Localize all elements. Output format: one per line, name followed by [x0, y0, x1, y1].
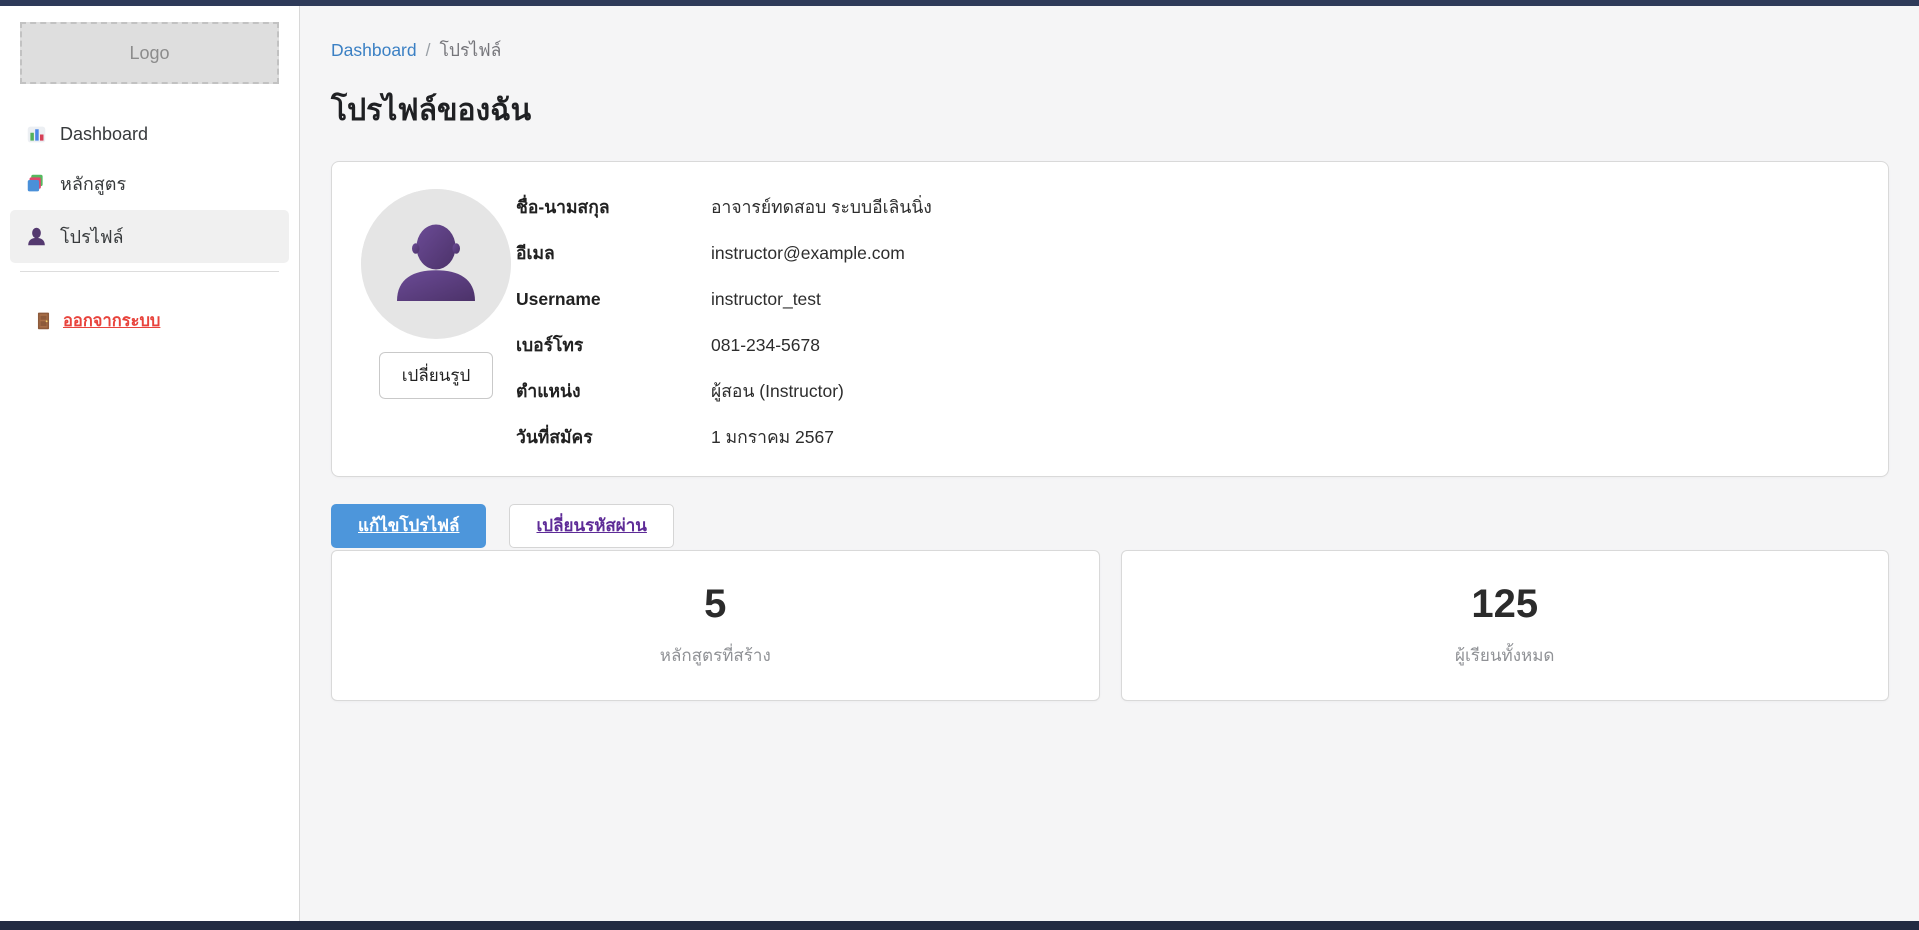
- sidebar-item-label: หลักสูตร: [60, 169, 126, 198]
- field-label-email: อีเมล: [516, 239, 711, 268]
- courses-icon: [26, 173, 47, 194]
- stat-card-courses-created: 5 หลักสูตรที่สร้าง: [331, 550, 1100, 701]
- sidebar-item-courses[interactable]: หลักสูตร: [10, 157, 289, 210]
- stats-row: 5 หลักสูตรที่สร้าง 125 ผู้เรียนทั้งหมด: [331, 550, 1889, 701]
- sidebar-nav: Dashboard หลักสูตร โปรไฟล์: [0, 112, 299, 263]
- logo-label: Logo: [129, 43, 169, 64]
- profile-fields: ชื่อ-นามสกุล อาจารย์ทดสอบ ระบบอีเลินนิ่ง…: [516, 189, 1858, 452]
- field-value-phone: 081-234-5678: [711, 331, 1858, 360]
- person-silhouette-icon: [361, 189, 511, 339]
- field-label-name: ชื่อ-นามสกุล: [516, 193, 711, 222]
- avatar: [361, 189, 511, 339]
- avatar-column: เปลี่ยนรูป: [356, 189, 516, 399]
- profile-actions: แก้ไขโปรไฟล์ เปลี่ยนรหัสผ่าน: [331, 504, 1889, 548]
- logout-link[interactable]: ออกจากระบบ: [34, 308, 160, 334]
- field-label-phone: เบอร์โทร: [516, 331, 711, 360]
- field-value-name: อาจารย์ทดสอบ ระบบอีเลินนิ่ง: [711, 193, 1858, 222]
- sidebar-item-label: Dashboard: [60, 124, 148, 145]
- door-icon: [34, 311, 55, 332]
- stat-value: 125: [1122, 582, 1889, 627]
- logo-placeholder: Logo: [20, 22, 279, 84]
- field-value-username: instructor_test: [711, 285, 1858, 314]
- profile-card: เปลี่ยนรูป ชื่อ-นามสกุล อาจารย์ทดสอบ ระบ…: [331, 161, 1889, 477]
- field-value-email: instructor@example.com: [711, 239, 1858, 268]
- change-password-button[interactable]: เปลี่ยนรหัสผ่าน: [509, 504, 673, 548]
- stat-value: 5: [332, 582, 1099, 627]
- field-value-register-date: 1 มกราคม 2567: [711, 423, 1858, 452]
- stat-label: หลักสูตรที่สร้าง: [332, 642, 1099, 669]
- sidebar-item-profile[interactable]: โปรไฟล์: [10, 210, 289, 263]
- sidebar-item-dashboard[interactable]: Dashboard: [10, 112, 289, 157]
- top-accent-bar: [0, 0, 1919, 6]
- field-label-register-date: วันที่สมัคร: [516, 423, 711, 452]
- field-label-position: ตำแหน่ง: [516, 377, 711, 406]
- sidebar-divider: [20, 271, 279, 272]
- breadcrumb: Dashboard / โปรไฟล์: [331, 36, 1889, 64]
- main-content: Dashboard / โปรไฟล์ โปรไฟล์ของฉัน: [301, 6, 1919, 921]
- breadcrumb-separator: /: [426, 40, 431, 61]
- breadcrumb-dashboard-link[interactable]: Dashboard: [331, 40, 417, 61]
- stat-card-total-learners: 125 ผู้เรียนทั้งหมด: [1121, 550, 1890, 701]
- field-label-username: Username: [516, 285, 711, 314]
- field-value-position: ผู้สอน (Instructor): [711, 377, 1858, 406]
- bottom-accent-bar: [0, 921, 1919, 930]
- page-title: โปรไฟล์ของฉัน: [331, 87, 1889, 134]
- change-photo-button[interactable]: เปลี่ยนรูป: [379, 352, 494, 399]
- sidebar-item-label: โปรไฟล์: [60, 222, 124, 251]
- sidebar: Logo Dashboard หลักสูตร: [0, 6, 300, 921]
- stat-label: ผู้เรียนทั้งหมด: [1122, 642, 1889, 669]
- profile-icon: [26, 226, 47, 247]
- logout-label: ออกจากระบบ: [63, 308, 160, 334]
- dashboard-icon: [26, 124, 47, 145]
- edit-profile-button[interactable]: แก้ไขโปรไฟล์: [331, 504, 486, 548]
- breadcrumb-current: โปรไฟล์: [440, 36, 502, 64]
